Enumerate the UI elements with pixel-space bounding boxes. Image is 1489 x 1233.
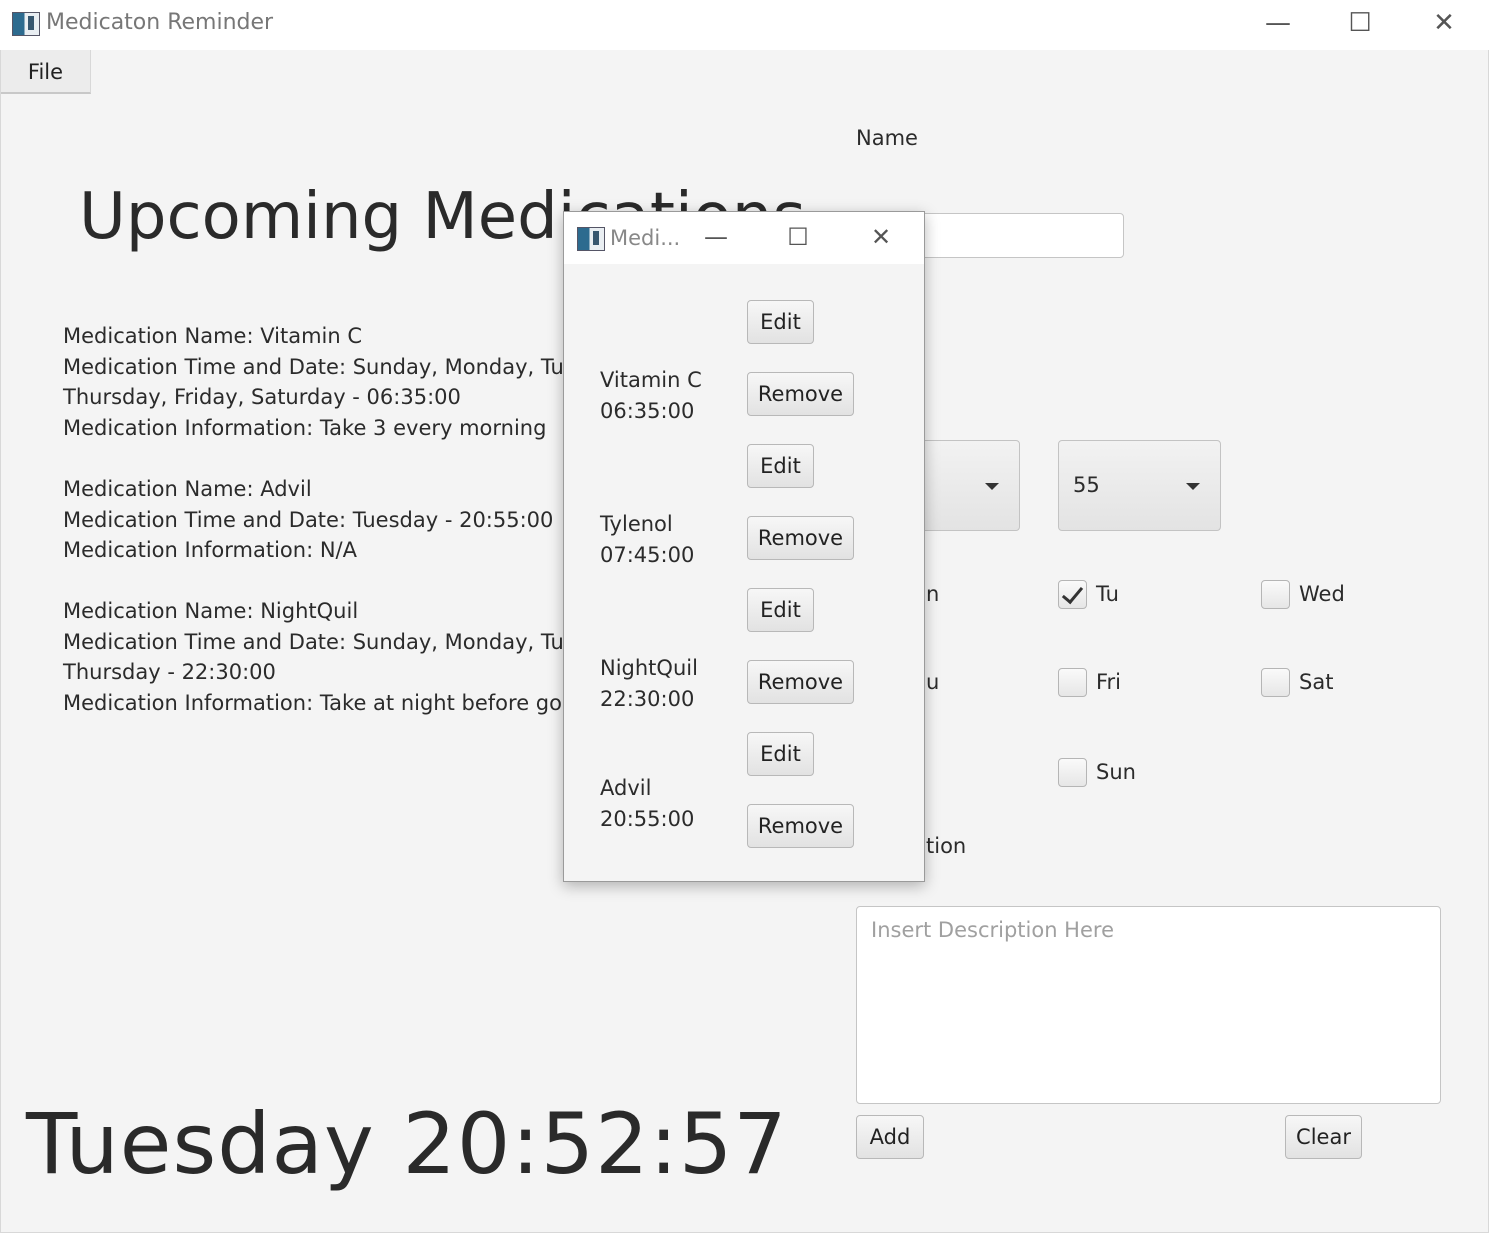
edit-button[interactable]: Edit <box>747 588 814 632</box>
chevron-down-icon <box>985 483 999 490</box>
checkbox-sat[interactable] <box>1261 668 1290 697</box>
remove-button[interactable]: Remove <box>747 372 854 416</box>
checkbox-label-sat: Sat <box>1299 670 1334 694</box>
checkbox-label-wed: Wed <box>1299 582 1345 606</box>
entry-name: Advil <box>600 776 652 800</box>
edit-button[interactable]: Edit <box>747 732 814 776</box>
list-item: Advil 20:55:00 <box>600 773 694 834</box>
clear-button[interactable]: Clear <box>1285 1115 1362 1159</box>
list-item: Tylenol 07:45:00 <box>600 509 694 570</box>
checkbox-label-sun: Sun <box>1096 760 1136 784</box>
medication-info-line: Medication Information: N/A <box>63 538 357 563</box>
checkbox-wed[interactable] <box>1261 580 1290 609</box>
remove-button[interactable]: Remove <box>747 516 854 560</box>
description-placeholder: Insert Description Here <box>871 918 1114 942</box>
minute-value: 55 <box>1073 473 1100 497</box>
description-label: tion <box>926 834 967 858</box>
checkbox-fri[interactable] <box>1058 668 1087 697</box>
edit-button[interactable]: Edit <box>747 444 814 488</box>
close-icon[interactable]: ✕ <box>861 220 901 256</box>
edit-button[interactable]: Edit <box>747 300 814 344</box>
dialog-title-bar: Medi... — ☐ ✕ <box>564 212 924 264</box>
checkbox-label-mon: n <box>926 582 940 606</box>
entry-name: Vitamin C <box>600 368 702 392</box>
checkbox-label-tu: Tu <box>1096 582 1119 606</box>
entry-time: 07:45:00 <box>600 542 695 567</box>
minute-select[interactable]: 55 <box>1058 440 1221 531</box>
description-textarea[interactable]: Insert Description Here <box>856 906 1441 1104</box>
chevron-down-icon <box>1186 483 1200 490</box>
medications-dialog: Medi... — ☐ ✕ Edit Vitamin C 06:35:00 Re… <box>563 211 925 882</box>
list-item: Vitamin C 06:35:00 <box>600 365 702 426</box>
entry-time: 20:55:00 <box>600 806 695 831</box>
entry-name: Tylenol <box>600 512 673 536</box>
add-button[interactable]: Add <box>856 1115 924 1159</box>
entry-time: 22:30:00 <box>600 686 695 711</box>
app-window-icon <box>577 227 605 251</box>
minimize-icon[interactable]: — <box>696 220 736 256</box>
medication-entry-advil: Medication Name: Advil Medication Time a… <box>63 474 553 566</box>
checkbox-label-fri: Fri <box>1096 670 1122 694</box>
remove-button[interactable]: Remove <box>747 804 854 848</box>
dialog-title: Medi... <box>610 226 681 250</box>
medication-schedule-line: Medication Time and Date: Tuesday - 20:5… <box>63 507 554 532</box>
current-time-clock: Tuesday 20:52:57 <box>26 1095 788 1193</box>
list-item: NightQuil 22:30:00 <box>600 653 698 714</box>
maximize-icon[interactable]: ☐ <box>1338 6 1382 42</box>
checkbox-sun[interactable] <box>1058 758 1087 787</box>
checkbox-label-thu: u <box>926 670 940 694</box>
maximize-icon[interactable]: ☐ <box>778 220 818 256</box>
app-window-icon <box>12 12 40 36</box>
file-menu[interactable]: File <box>1 50 91 94</box>
entry-name: NightQuil <box>600 656 698 680</box>
window-title-bar: Medicaton Reminder — ☐ ✕ <box>0 0 1489 50</box>
close-icon[interactable]: ✕ <box>1422 6 1466 42</box>
window-title: Medicaton Reminder <box>46 10 274 35</box>
checkbox-tu[interactable] <box>1058 580 1087 609</box>
name-label: Name <box>856 126 918 150</box>
medication-name-line: Medication Name: Advil <box>63 477 312 501</box>
minimize-icon[interactable]: — <box>1256 6 1300 42</box>
entry-time: 06:35:00 <box>600 398 695 423</box>
remove-button[interactable]: Remove <box>747 660 854 704</box>
